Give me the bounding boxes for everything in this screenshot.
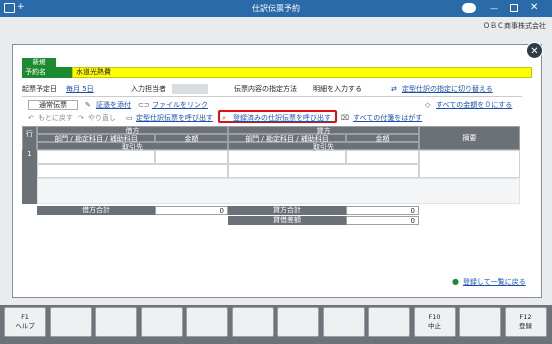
- credit-partner-header: 取引先: [228, 142, 419, 151]
- title-bar: + 仕訳伝票予約 — ✕: [0, 0, 552, 17]
- fkey-code: F12: [519, 313, 532, 321]
- credit-total-label: 貸方合計: [228, 206, 346, 215]
- fkey-3[interactable]: [95, 307, 137, 337]
- debit-amount-header: 金額: [155, 134, 228, 143]
- debit-account-cell[interactable]: [37, 150, 155, 164]
- fkey-12[interactable]: F12 登録: [504, 307, 547, 337]
- credit-account-cell[interactable]: [228, 150, 346, 164]
- redo-button[interactable]: やり直し: [88, 113, 116, 123]
- fkey-10[interactable]: F10 中止: [413, 307, 456, 337]
- clear-amounts-link[interactable]: すべての金額を０にする: [436, 100, 512, 110]
- fkey-9[interactable]: [368, 307, 410, 337]
- credit-partner-cell[interactable]: [228, 164, 419, 178]
- credit-amount-header: 金額: [346, 134, 419, 143]
- reservation-name-input[interactable]: 水道光熱費: [72, 67, 532, 78]
- status-badge: 新規: [22, 58, 56, 67]
- fkey-label: 登録: [519, 322, 532, 330]
- diff-label: 貸借差額: [228, 216, 346, 225]
- person-input[interactable]: [172, 84, 208, 94]
- debit-partner-header: 取引先: [37, 142, 228, 151]
- debit-amount-cell[interactable]: [155, 150, 228, 164]
- fkey-code: F10: [428, 313, 441, 321]
- fkey-1[interactable]: F1 ヘルプ: [4, 307, 46, 337]
- folder-icon: ▭: [126, 114, 133, 122]
- close-icon[interactable]: ✕: [526, 42, 543, 59]
- fkey-code: F1: [21, 313, 29, 321]
- close-window-icon[interactable]: ✕: [530, 2, 538, 13]
- credit-total-value: 0: [346, 206, 419, 215]
- tab-normal-voucher[interactable]: 通常伝票: [28, 100, 78, 110]
- eraser-icon: ◇: [425, 101, 431, 109]
- undo-icon: ↶: [28, 114, 34, 122]
- register-back-link[interactable]: 登録して一覧に戻る: [463, 277, 526, 287]
- switch-icon: ⇄: [391, 85, 397, 93]
- ai-icon[interactable]: [462, 3, 476, 13]
- debit-total-value: 0: [155, 206, 228, 215]
- check-icon: ●: [452, 277, 459, 286]
- maximize-icon[interactable]: [510, 4, 518, 12]
- debit-account-header: 部門 / 勘定科目 / 補助科目: [37, 134, 155, 143]
- grid-empty-area: [37, 178, 520, 204]
- fkey-11[interactable]: [459, 307, 501, 337]
- company-name: ＯＢＣ商事株式会社: [483, 22, 546, 30]
- search-icon: ⌕: [222, 114, 226, 122]
- call-registered-link[interactable]: 登録済みの仕訳伝票を呼び出す: [233, 113, 331, 123]
- fkey-2[interactable]: [49, 307, 92, 337]
- attach-link[interactable]: 証憑を添付: [96, 100, 131, 110]
- spec-label: 伝票内容の指定方法: [234, 85, 297, 93]
- debit-header: 借方: [37, 126, 228, 135]
- diff-value: 0: [346, 216, 419, 225]
- memo-cell[interactable]: [419, 150, 520, 178]
- divider: [22, 96, 522, 97]
- debit-total-label: 借方合計: [37, 206, 155, 215]
- fkey-6[interactable]: [231, 307, 274, 337]
- remove-tags-link[interactable]: すべての付箋をはがす: [353, 113, 422, 123]
- spec-value[interactable]: 明細を入力する: [313, 84, 362, 94]
- credit-amount-cell[interactable]: [346, 150, 419, 164]
- fkey-8[interactable]: [322, 307, 365, 337]
- credit-account-header: 部門 / 勘定科目 / 補助科目: [228, 134, 346, 143]
- call-template-link[interactable]: 定型仕訳伝票を呼び出す: [136, 113, 213, 123]
- debit-partner-cell[interactable]: [37, 164, 228, 178]
- memo-header: 摘要: [419, 126, 520, 150]
- link-icon: ⊂⊃: [138, 101, 150, 109]
- attach-icon: ✎: [85, 101, 91, 109]
- fkey-4[interactable]: [140, 307, 183, 337]
- fkey-7[interactable]: [277, 307, 319, 337]
- row-number: 1: [22, 150, 37, 204]
- file-link[interactable]: ファイルをリンク: [152, 100, 208, 110]
- name-label: 予約名: [22, 67, 72, 78]
- switch-template-link[interactable]: 定型仕訳の指定に切り替える: [402, 84, 493, 94]
- credit-header: 貸方: [228, 126, 419, 135]
- undo-button[interactable]: もとに戻す: [38, 113, 73, 123]
- fkey-label: 中止: [428, 322, 441, 330]
- person-label: 入力担当者: [131, 85, 166, 93]
- schedule-label: 起票予定日: [22, 85, 57, 93]
- redo-icon: ↷: [78, 114, 84, 122]
- tag-icon: ⌧: [341, 114, 350, 122]
- schedule-value[interactable]: 毎月 5日: [66, 84, 94, 94]
- minimize-icon[interactable]: —: [490, 4, 498, 13]
- fkey-label: ヘルプ: [15, 322, 35, 330]
- fkey-5[interactable]: [186, 307, 228, 337]
